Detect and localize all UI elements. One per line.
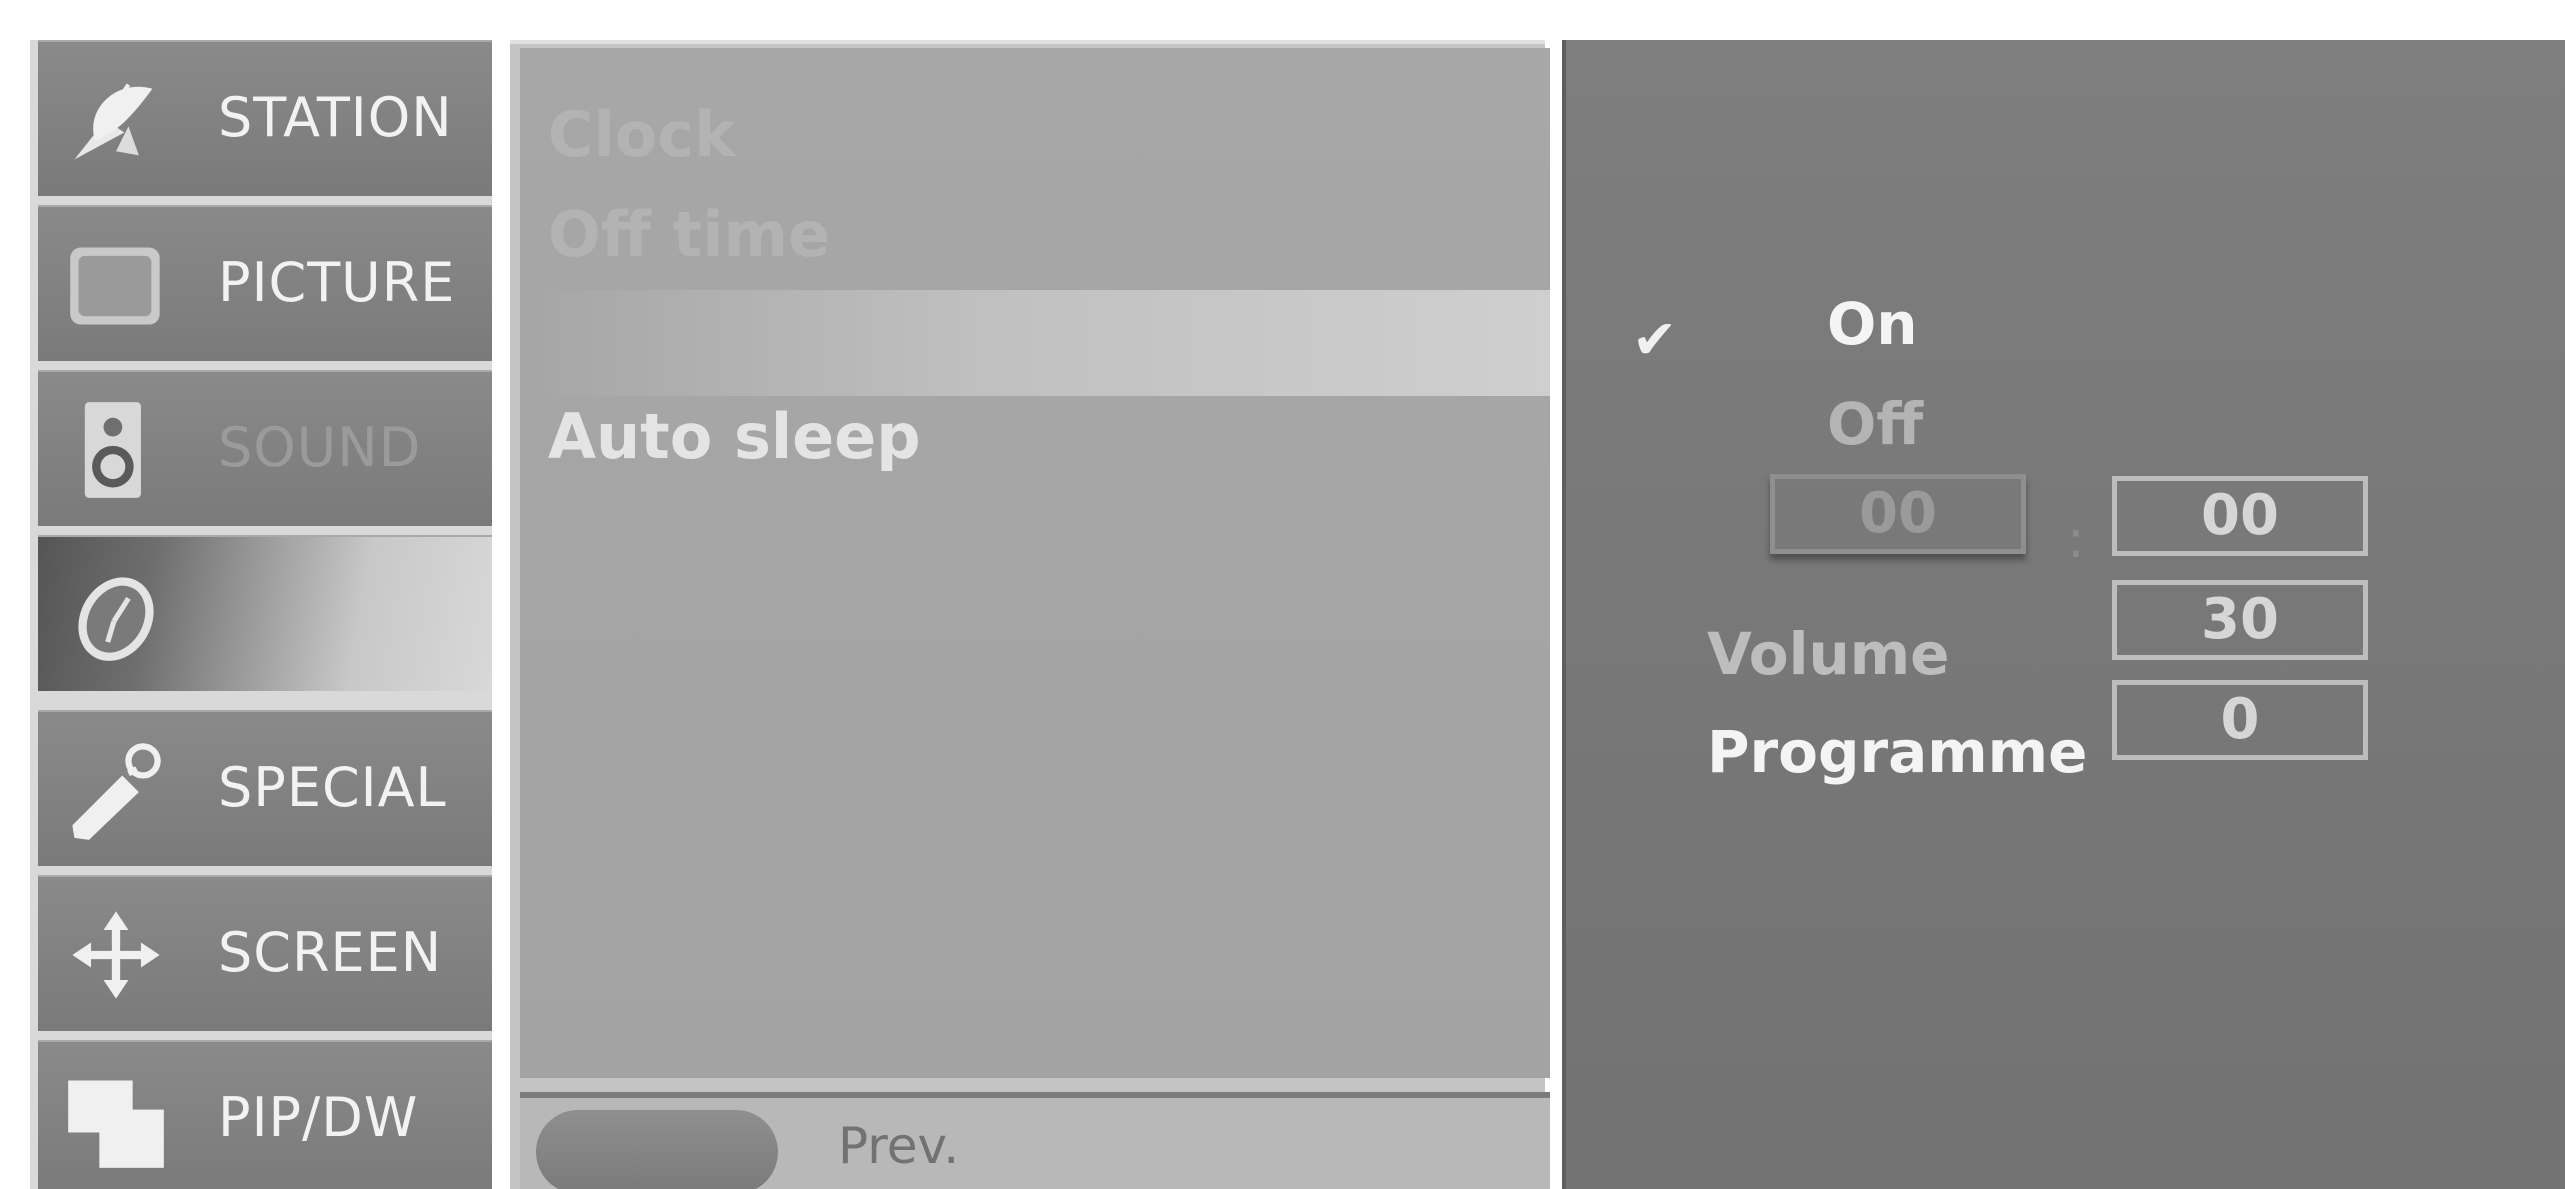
submenu-panel: Clock Off time Auto sleep Prev. [510,40,1550,1189]
hour-field[interactable]: 00 [1770,474,2026,554]
category-label-sound: SOUND [218,416,422,479]
category-label-station: STATION [218,86,453,149]
submenu-item-clock[interactable]: Clock [548,98,735,171]
move-arrows-icon [72,911,160,999]
category-label-picture: PICTURE [218,251,456,314]
category-menu: STATION PICTURE SOUND SPECIAL SCREEN PIP… [30,40,492,1189]
option-off[interactable]: Off [1827,390,1923,458]
category-pip-dw[interactable]: PIP/DW [38,1040,492,1189]
time-separator: : [2067,510,2085,570]
prev-button[interactable] [536,1110,778,1189]
volume-field[interactable]: 30 [2112,580,2368,660]
submenu-list: Clock Off time Auto sleep [520,48,1550,1078]
category-picture[interactable]: PICTURE [38,205,492,361]
category-label-screen: SCREEN [218,921,443,984]
category-sound[interactable]: SOUND [38,370,492,526]
category-screen[interactable]: SCREEN [38,875,492,1031]
category-label-special: SPECIAL [218,756,447,819]
satellite-dish-icon [74,83,153,160]
programme-label: Programme [1707,718,2088,786]
clock-icon [78,577,154,661]
speaker-icon [84,402,141,498]
pip-windows-icon [68,1080,164,1168]
tv-osd-menu: STATION PICTURE SOUND SPECIAL SCREEN PIP… [0,0,2565,1189]
category-special[interactable]: SPECIAL [38,710,492,866]
programme-field[interactable]: 0 [2112,680,2368,760]
submenu-selected-row[interactable] [520,290,1550,396]
category-label-pip-dw: PIP/DW [218,1086,419,1149]
submenu-item-auto-sleep[interactable]: Auto sleep [548,400,921,473]
volume-label: Volume [1707,620,1950,688]
submenu-footer: Prev. [520,1092,1550,1189]
checkmark-icon: ✔ [1632,308,1678,371]
tv-screen-icon [70,247,160,325]
minute-field[interactable]: 00 [2112,476,2368,556]
prev-label: Prev. [838,1117,960,1175]
submenu-item-off-time[interactable]: Off time [548,198,830,271]
tag-icon [72,743,161,840]
detail-panel: ✔ On Off 00 : 00 Volume 30 Programme 0 [1562,40,2565,1189]
category-time[interactable] [38,535,492,691]
category-station[interactable]: STATION [38,40,492,196]
option-on[interactable]: On [1827,290,1918,358]
